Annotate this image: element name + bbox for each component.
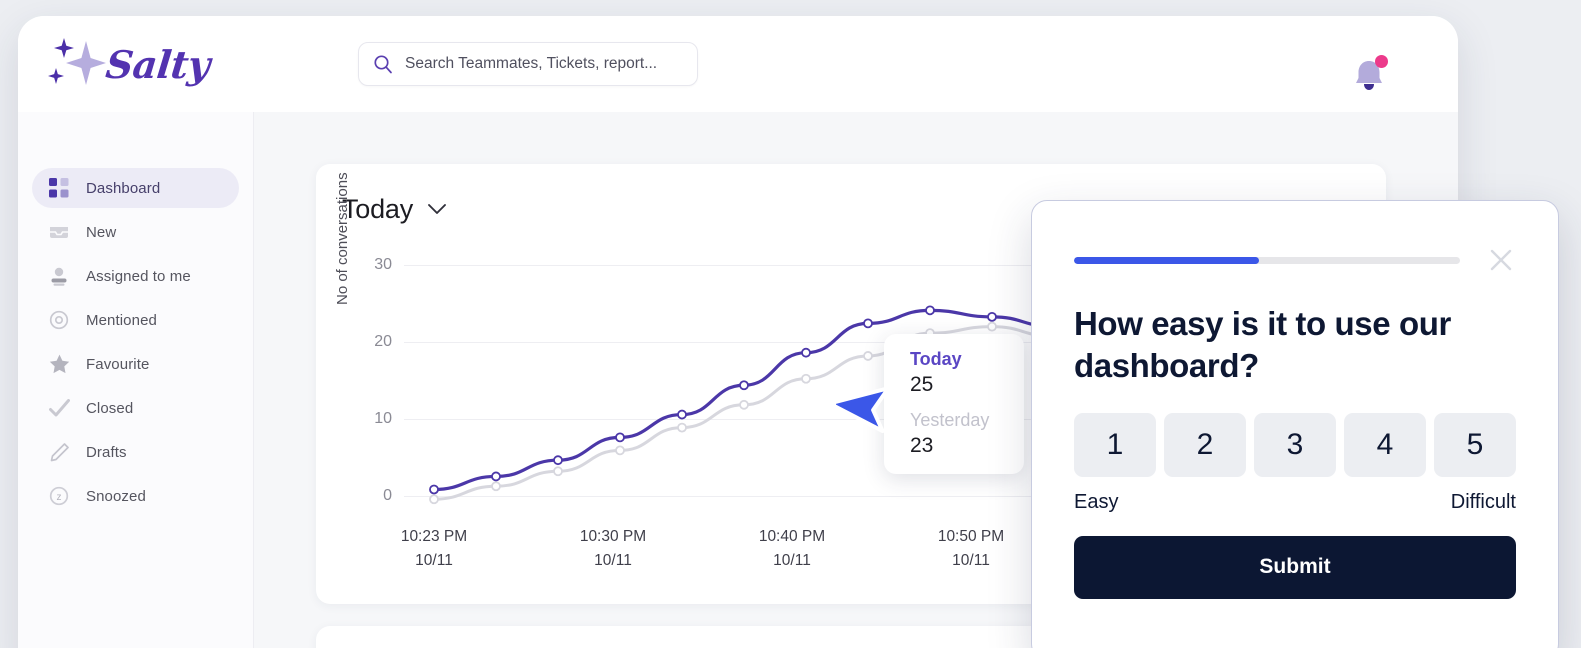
brand-name: Salty [103,41,213,87]
rating-option-3[interactable]: 3 [1254,412,1336,477]
x-tick-label: 10:23 PM 10/11 [400,528,468,570]
survey-question: How easy is it to use our dashboard? [1074,305,1451,384]
sidebar-item-closed[interactable]: Closed [32,388,239,428]
sidebar-item-assigned-to-me[interactable]: Assigned to me [32,256,239,296]
star-icon [48,353,70,375]
grid-dashboard-icon [48,177,70,199]
sidebar-item-snoozed[interactable]: z Snoozed [32,476,239,516]
sidebar-item-label: Dashboard [86,179,161,197]
y-tick-label: 30 [374,256,392,273]
sidebar-item-label: New [86,223,117,241]
sidebar-item-label: Snoozed [86,487,146,505]
chart-tooltip: Today 25 Yesterday 23 [884,334,1024,474]
progress-bar-fill [1074,256,1260,264]
sidebar-item-dashboard[interactable]: Dashboard [32,168,239,208]
survey-progress-row [1074,245,1516,275]
svg-text:z: z [57,492,62,503]
sidebar-item-label: Drafts [86,443,127,461]
rating-scale: 1 2 3 4 5 [1074,412,1516,477]
y-tick-label: 20 [374,333,392,350]
x-tick-label: 10:30 PM 10/11 [579,528,647,570]
rating-option-5[interactable]: 5 [1434,412,1516,477]
notification-badge [1375,55,1388,68]
sidebar-item-label: Favourite [86,355,150,373]
sidebar-item-label: Assigned to me [86,267,191,285]
progress-bar-track [1074,256,1460,264]
close-icon[interactable] [1486,245,1516,275]
bell-icon [1352,61,1386,98]
clock-snooze-icon: z [48,485,70,507]
sidebar-item-favourite[interactable]: Favourite [32,344,239,384]
brand-logo[interactable]: Salty [42,36,300,92]
tooltip-today-label: Today [910,349,962,369]
sidebar-item-label: Closed [86,399,134,417]
scale-low-label: Easy [1074,490,1119,513]
at-sign-icon [48,309,70,331]
chart-title: Today [342,194,414,224]
sidebar-item-label: Mentioned [86,311,157,329]
check-icon [48,397,70,419]
tooltip-today-value: 25 [910,373,934,396]
search-input[interactable] [405,55,683,73]
sparkle-star-icon [42,36,106,92]
search-bar[interactable] [358,42,698,86]
tooltip-yesterday-label: Yesterday [910,410,990,430]
pencil-icon [48,441,70,463]
y-axis-label: No of conversations [334,172,351,305]
sidebar-item-mentioned[interactable]: Mentioned [32,300,239,340]
tooltip-yesterday-value: 23 [910,434,934,457]
notifications-button[interactable] [1352,55,1388,94]
rating-option-1[interactable]: 1 [1074,412,1156,477]
screenshot-root: Salty Search Teammates, Tickets, report.… [0,0,1581,648]
search-icon [373,54,393,74]
survey-modal: How easy is it to use our dashboard? 1 2… [1031,200,1559,648]
y-tick-label: 0 [383,487,392,504]
y-tick-label: 10 [374,410,392,427]
sidebar-item-drafts[interactable]: Drafts [32,432,239,472]
sidebar-item-new[interactable]: New [32,212,239,252]
top-bar: Salty [18,16,1458,112]
x-tick-label: 10:40 PM 10/11 [758,528,826,570]
chevron-down-icon[interactable] [427,203,447,216]
submit-button[interactable]: Submit [1074,535,1516,599]
scale-high-label: Difficult [1450,490,1516,513]
person-icon [48,265,70,287]
inbox-icon [48,221,70,243]
rating-scale-labels: Easy Difficult [1074,491,1516,514]
rating-option-2[interactable]: 2 [1164,412,1246,477]
sidebar: Dashboard New Assigned to me Mentioned F… [18,112,254,648]
rating-option-4[interactable]: 4 [1344,412,1426,477]
x-tick-label: 10:50 PM 10/11 [937,528,1005,570]
